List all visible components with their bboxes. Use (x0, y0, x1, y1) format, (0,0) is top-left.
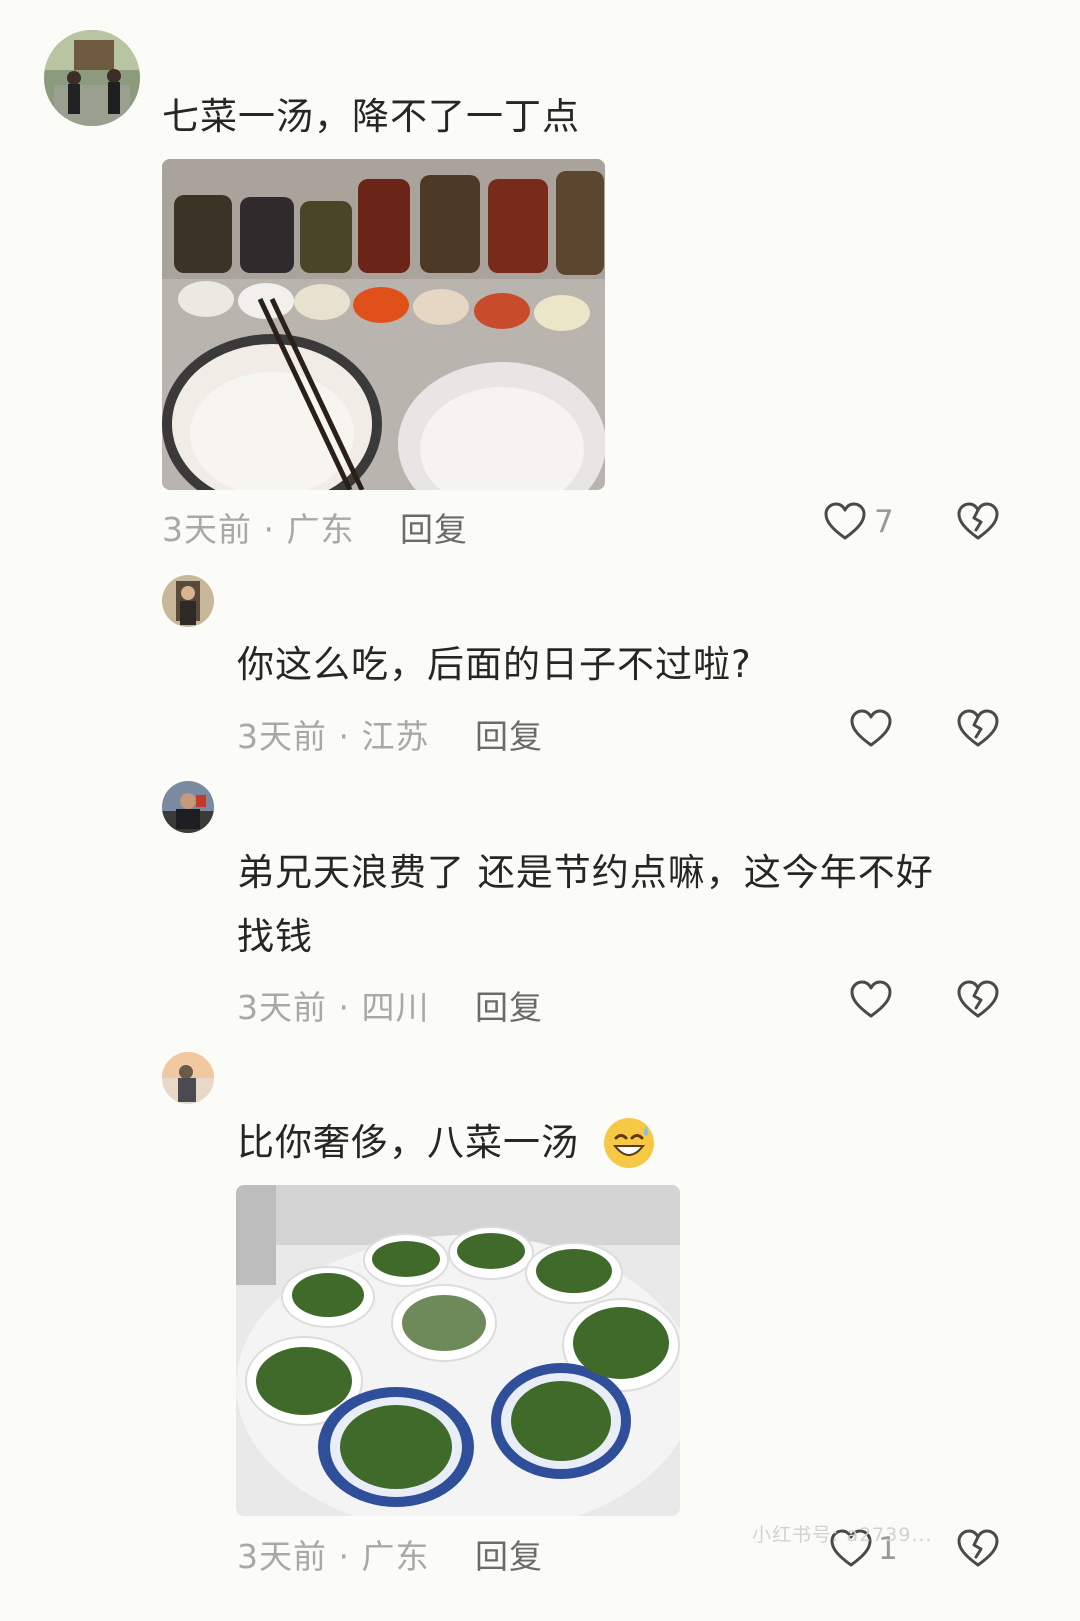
avatar[interactable] (44, 30, 140, 126)
comment-text: 比你奢侈，八菜一汤 (237, 1121, 579, 1164)
broken-heart-icon[interactable] (956, 1527, 1000, 1571)
food-photo-icon[interactable] (162, 159, 605, 490)
grin-sweat-emoji (602, 1116, 656, 1170)
comment-time-location: 3天前 · 江苏 (237, 717, 430, 756)
heart-outline-icon[interactable] (823, 500, 867, 544)
broken-heart-icon[interactable] (956, 978, 1000, 1022)
heart-outline-icon[interactable] (849, 978, 893, 1022)
avatar[interactable] (162, 1052, 214, 1104)
comment-time-location: 3天前 · 四川 (237, 988, 430, 1027)
comment-time-location: 3天前 · 广东 (237, 1537, 430, 1576)
comment-text: 弟兄天浪费了 还是节约点嘛，这今年不好 (237, 851, 934, 894)
reply-button[interactable]: 回复 (475, 710, 543, 758)
reply-button[interactable]: 回复 (475, 981, 543, 1029)
broken-heart-icon[interactable] (956, 500, 1000, 544)
comment-text: 找钱 (237, 915, 313, 958)
reply-button[interactable]: 回复 (475, 1530, 543, 1578)
reply-button[interactable]: 回复 (400, 503, 468, 551)
comment-time-location: 3天前 · 广东 (162, 510, 355, 549)
broken-heart-icon[interactable] (956, 707, 1000, 751)
food-photo-icon[interactable] (236, 1185, 680, 1516)
watermark: 小红书号: a2739... (752, 1524, 933, 1546)
comment-text: 七菜一汤，降不了一丁点 (162, 95, 580, 138)
avatar[interactable] (162, 575, 214, 627)
comment-text: 你这么吃，后面的日子不过啦? (237, 643, 752, 686)
heart-outline-icon[interactable] (849, 707, 893, 751)
like-count: 7 (874, 504, 894, 540)
avatar[interactable] (162, 781, 214, 833)
